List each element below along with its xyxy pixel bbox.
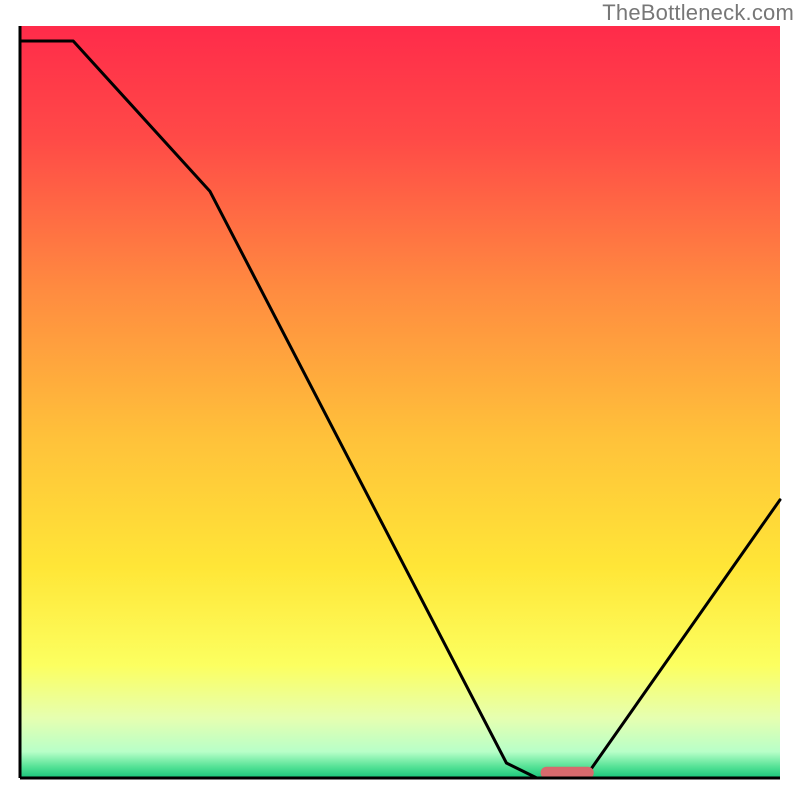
chart-svg [0,0,800,800]
bottleneck-chart: TheBottleneck.com [0,0,800,800]
watermark-label: TheBottleneck.com [602,0,794,26]
plot-background [20,26,780,778]
